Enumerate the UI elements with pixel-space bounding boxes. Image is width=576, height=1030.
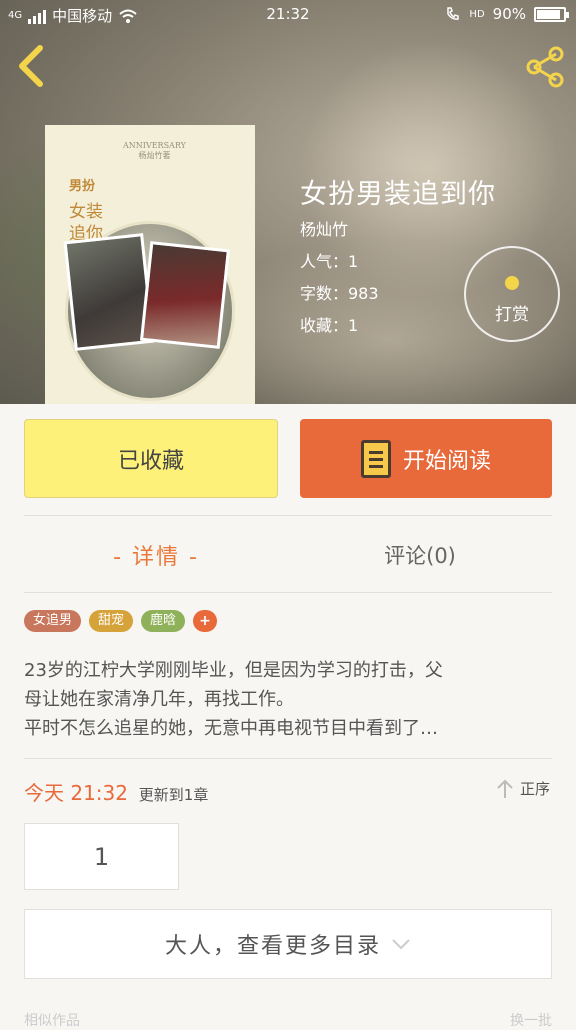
chevron-down-icon [392,939,410,950]
tag-item[interactable]: 甜宠 [89,610,134,632]
favorite-button[interactable]: 已收藏 [24,419,278,498]
tag-item[interactable]: 女追男 [24,610,82,632]
call-icon [447,7,460,20]
description-line: 母让她在家清净几年，再找工作。 [24,689,294,710]
divider [24,592,552,593]
start-reading-label: 开始阅读 [402,448,491,474]
status-right: HD 90% [445,5,569,23]
coin-icon [505,276,519,290]
tag-list: 女追男 甜宠 鹿晗 + [24,610,218,632]
cover-caption: ANNIVERSARY 杨灿竹著 [123,141,186,161]
cover-caption-en: ANNIVERSARY [123,141,186,150]
sort-order-label: 正序 [519,780,550,798]
sort-order-button[interactable]: 正序 [496,778,550,799]
tab-detail[interactable]: - 详情 - [24,520,288,590]
book-icon [360,439,391,478]
chapter-number: 1 [93,842,110,871]
more-catalog-button[interactable]: 大人，查看更多目录 [24,909,552,979]
more-catalog-label: 大人，查看更多目录 [164,934,381,959]
divider [24,515,552,516]
divider [24,758,552,759]
status-bar: 4G 中国移动 21:32 HD 90% [0,0,576,30]
back-arrow-icon[interactable] [14,44,50,88]
tip-label: 打赏 [495,305,529,325]
hd-indicator: HD [469,8,485,20]
update-text: 更新到1章 [138,786,209,804]
description-line: 23岁的江柠大学刚刚毕业，但是因为学习的打击，父 [24,660,443,681]
update-info: 今天 21:32 更新到1章 [24,777,208,806]
description-line: 平时不怎么追星的她，无意中再电视节目中看到了… [24,718,438,739]
cover-caption-author: 杨灿竹著 [138,151,171,160]
similar-works-heading: 相似作品 [24,1013,80,1029]
arrow-up-icon [497,779,513,798]
book-cover: ANNIVERSARY 杨灿竹著 男扮 女装追你 [45,125,255,404]
book-favorites: 收藏：1 [300,316,359,335]
cover-photo-right [139,241,231,349]
update-date: 今天 21:32 [24,781,128,805]
book-author[interactable]: 杨灿竹 [300,216,348,240]
book-description[interactable]: 23岁的江柠大学刚刚毕业，但是因为学习的打击，父 母让她在家清净几年，再找工作。… [24,656,552,743]
cover-title-top: 男扮 [69,179,96,194]
share-icon[interactable] [522,44,568,90]
battery-percent: 90% [492,5,526,23]
chapter-item[interactable]: 1 [24,823,179,890]
book-popularity: 人气：1 [300,252,359,271]
tab-comment[interactable]: 评论(0) [288,520,552,590]
book-title: 女扮男装追到你 [300,179,496,210]
battery-icon [534,6,569,22]
tip-button[interactable]: 打赏 [464,246,560,342]
start-reading-button[interactable]: 开始阅读 [300,419,552,498]
refresh-button[interactable]: 换一批 [510,1010,552,1030]
book-header: 4G 中国移动 21:32 HD 90% ANNIVERSARY 杨灿竹著 男扮… [0,0,576,404]
favorite-label: 已收藏 [117,448,184,474]
more-tags-button[interactable]: + [193,610,218,632]
tag-item[interactable]: 鹿晗 [141,610,186,632]
book-word-count: 字数：983 [300,284,379,303]
